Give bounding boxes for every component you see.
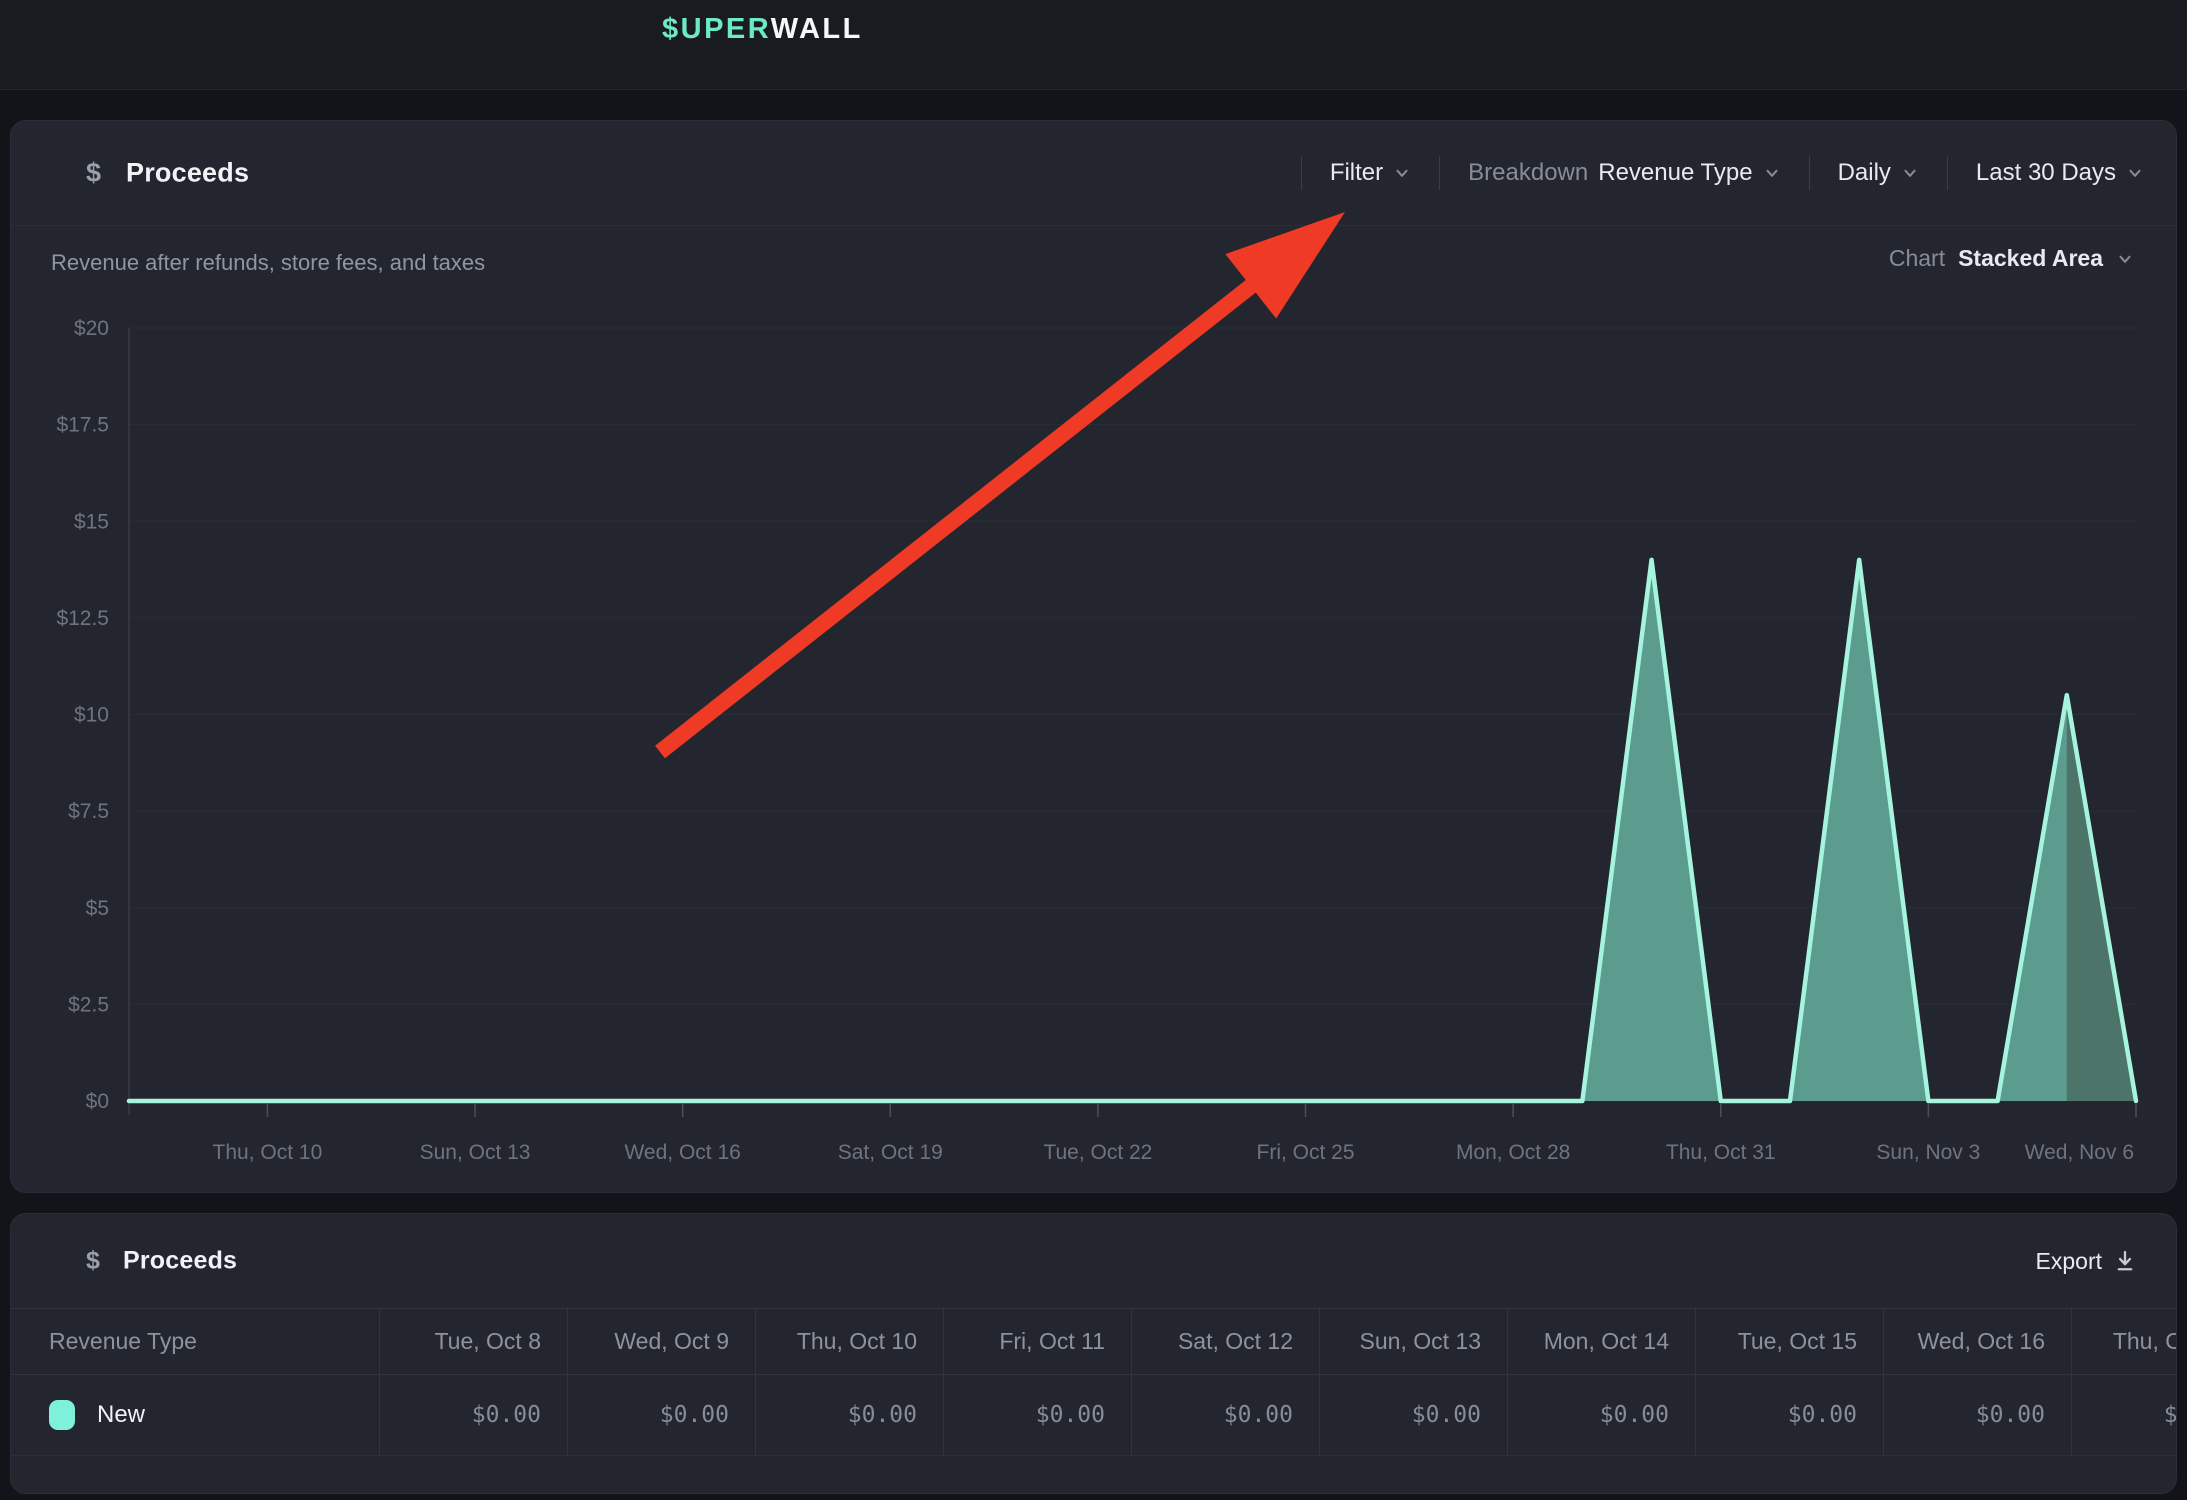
- x-tick-label: Wed, Oct 16: [624, 1141, 740, 1164]
- table-row[interactable]: New$0.00$0.00$0.00$0.00$0.00$0.00$0.00$0…: [11, 1375, 2177, 1456]
- y-tick-label: $10: [74, 704, 109, 727]
- table-header-revenue-type: Revenue Type: [11, 1309, 379, 1374]
- stacked-area-chart[interactable]: $20 $17.5 $15 $12.5 $10 $7.5 $5 $2.5 $0 Thu, Oct …: [11, 121, 2176, 1192]
- logo-accent: $UPER: [662, 13, 771, 45]
- table-header-date: Thu, Oct 17: [2071, 1309, 2177, 1374]
- export-button[interactable]: Export: [2036, 1214, 2136, 1308]
- table-cell-value: $0.00: [1507, 1375, 1695, 1455]
- row-label: New: [97, 1401, 145, 1429]
- x-tick-label: Fri, Oct 25: [1257, 1141, 1355, 1164]
- proceeds-table-card: $ Proceeds Export Revenue TypeTue, Oct 8…: [10, 1213, 2177, 1494]
- y-tick-label: $12.5: [56, 607, 109, 630]
- table-cell-value: $0.00: [1695, 1375, 1883, 1455]
- table-header-date: Sat, Oct 12: [1131, 1309, 1319, 1374]
- table-header-date: Mon, Oct 14: [1507, 1309, 1695, 1374]
- export-label: Export: [2036, 1248, 2102, 1275]
- x-tick-label: Thu, Oct 31: [1666, 1141, 1776, 1164]
- table-header-date: Fri, Oct 11: [943, 1309, 1131, 1374]
- x-tick-label: Thu, Oct 10: [213, 1141, 323, 1164]
- table-row-label-cell: New: [11, 1375, 379, 1455]
- table-header-date: Thu, Oct 10: [755, 1309, 943, 1374]
- legend-swatch: [49, 1400, 75, 1430]
- logo-rest: WALL: [771, 13, 863, 45]
- download-icon: [2114, 1249, 2136, 1273]
- y-tick-label: $17.5: [56, 414, 109, 437]
- table-header-date: Tue, Oct 8: [379, 1309, 567, 1374]
- table-header-date: Wed, Oct 16: [1883, 1309, 2071, 1374]
- table-cell-value: $0.00: [1883, 1375, 2071, 1455]
- x-tick-label: Tue, Oct 22: [1043, 1141, 1152, 1164]
- table-cell-value: $0.00: [1131, 1375, 1319, 1455]
- y-tick-label: $0: [86, 1090, 109, 1113]
- superwall-logo[interactable]: $UPERWALL: [662, 13, 863, 46]
- y-tick-label: $15: [74, 510, 109, 533]
- x-tick-label: Wed, Nov 6: [2025, 1141, 2134, 1164]
- table-cell-value: $0.00: [1319, 1375, 1507, 1455]
- table-cell-value: $0.00: [943, 1375, 1131, 1455]
- x-tick-label: Mon, Oct 28: [1456, 1141, 1570, 1164]
- x-tick-label: Sun, Oct 13: [420, 1141, 531, 1164]
- table-card-header: $ Proceeds Export: [11, 1214, 2176, 1308]
- area-series-new[interactable]: [129, 560, 2136, 1101]
- table-header-date: Wed, Oct 9: [567, 1309, 755, 1374]
- table-cell-value: $0.00: [2071, 1375, 2177, 1455]
- y-tick-label: $2.5: [68, 993, 109, 1016]
- table-header-date: Sun, Oct 13: [1319, 1309, 1507, 1374]
- table-header-date: Tue, Oct 15: [1695, 1309, 1883, 1374]
- table-cell-value: $0.00: [379, 1375, 567, 1455]
- proceeds-table: Revenue TypeTue, Oct 8Wed, Oct 9Thu, Oct…: [11, 1308, 2177, 1456]
- table-header-row: Revenue TypeTue, Oct 8Wed, Oct 9Thu, Oct…: [11, 1308, 2177, 1375]
- dollar-icon: $: [86, 1247, 100, 1276]
- y-tick-label: $20: [74, 317, 109, 340]
- y-tick-label: $5: [86, 897, 109, 920]
- top-bar: $UPERWALL: [0, 0, 2187, 90]
- table-cell-value: $0.00: [567, 1375, 755, 1455]
- x-tick-label: Sun, Nov 3: [1876, 1141, 1980, 1164]
- table-title: Proceeds: [123, 1247, 237, 1276]
- proceeds-chart-card: $ Proceeds Filter Breakdown Revenue Type…: [10, 120, 2177, 1193]
- table-cell-value: $0.00: [755, 1375, 943, 1455]
- y-tick-label: $7.5: [68, 800, 109, 823]
- x-tick-label: Sat, Oct 19: [838, 1141, 943, 1164]
